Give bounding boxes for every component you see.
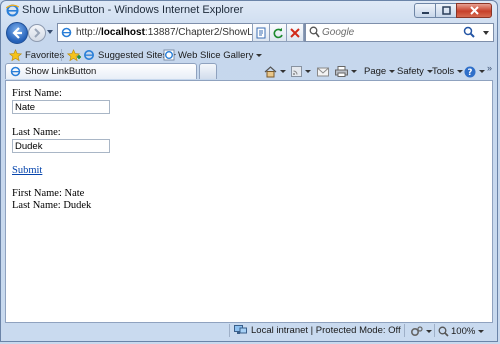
favorites-button[interactable]: Favorites	[9, 47, 64, 63]
read-mail-button[interactable]	[317, 64, 329, 79]
web-slice-gallery-label: Web Slice Gallery	[178, 49, 254, 61]
search-icon[interactable]	[463, 26, 475, 38]
search-provider-icon	[309, 26, 320, 38]
ie-page-icon	[163, 49, 175, 61]
new-tab-button[interactable]	[199, 63, 217, 79]
last-name-label: Last Name:	[12, 127, 61, 138]
ie-logo-icon	[6, 4, 19, 17]
print-button[interactable]	[335, 64, 357, 79]
last-name-input[interactable]	[12, 139, 110, 153]
rss-feed-icon	[291, 66, 302, 77]
chevron-down-icon	[457, 70, 464, 73]
chevron-down-icon	[280, 70, 286, 73]
page-icon	[61, 27, 72, 38]
navigation-bar: http://localhost:13887/Chapter2/ShowLink…	[1, 21, 497, 45]
forward-arrow-icon	[34, 28, 41, 38]
favorites-separator	[61, 49, 62, 61]
first-name-label: First Name:	[12, 88, 62, 99]
tab-row: Show LinkButton Page Safety Tools ? »	[1, 63, 497, 80]
search-box[interactable]: Google	[305, 23, 494, 42]
chevron-down-icon	[351, 70, 357, 73]
compatibility-icon	[256, 27, 266, 38]
window-title: Show LinkButton - Windows Internet Explo…	[22, 4, 244, 16]
ie-page-icon	[10, 66, 21, 77]
chevron-down-icon	[305, 70, 311, 73]
back-button[interactable]	[6, 22, 28, 44]
suggested-sites-label: Suggested Sites	[98, 49, 168, 61]
tab-label: Show LinkButton	[25, 66, 97, 77]
status-separator	[434, 324, 435, 337]
search-placeholder: Google	[322, 27, 355, 38]
status-separator	[404, 324, 405, 337]
chevron-down-icon	[426, 330, 432, 333]
page-content: First Name: Last Name: Submit First Name…	[5, 80, 493, 323]
search-options-dropdown[interactable]	[483, 31, 489, 35]
close-icon	[469, 6, 479, 15]
stop-button[interactable]	[286, 23, 304, 42]
address-prefix: http://	[76, 27, 102, 38]
zoom-icon	[438, 326, 449, 337]
first-name-output: First Name: Nate	[12, 188, 85, 199]
add-to-favorites-bar-button[interactable]	[67, 47, 81, 63]
help-button[interactable]: ?	[464, 64, 485, 79]
tools-menu-label: Tools	[432, 66, 455, 77]
help-icon: ?	[464, 66, 476, 78]
favorites-star-icon	[9, 48, 22, 61]
protected-mode-button[interactable]	[410, 324, 432, 339]
forward-button[interactable]	[28, 24, 46, 42]
mail-icon	[317, 67, 329, 76]
feeds-button[interactable]	[291, 64, 311, 79]
refresh-icon	[273, 27, 283, 38]
back-arrow-icon	[12, 27, 22, 39]
svg-text:?: ?	[468, 68, 473, 78]
status-bar: Local intranet | Protected Mode: Off 100…	[1, 321, 497, 341]
minimize-icon	[421, 12, 429, 14]
page-menu-button[interactable]: Page	[364, 64, 396, 79]
submit-link-button[interactable]: Submit	[12, 165, 42, 176]
security-zone[interactable]: Local intranet | Protected Mode: Off	[234, 325, 401, 336]
gear-icon	[410, 326, 423, 337]
safety-menu-label: Safety	[397, 66, 424, 77]
print-icon	[335, 66, 348, 77]
first-name-input[interactable]	[12, 100, 110, 114]
refresh-button[interactable]	[269, 23, 287, 42]
maximize-button[interactable]	[435, 3, 457, 18]
security-zone-text: Local intranet | Protected Mode: Off	[251, 325, 401, 336]
tools-menu-button[interactable]: Tools	[432, 64, 464, 79]
home-icon	[264, 65, 277, 77]
last-name-output: Last Name: Dudek	[12, 200, 92, 211]
minimize-button[interactable]	[414, 3, 436, 18]
web-slice-gallery-button[interactable]: Web Slice Gallery	[163, 47, 263, 63]
maximize-icon	[441, 6, 451, 15]
add-favorite-icon	[67, 48, 81, 61]
zoom-level: 100%	[451, 326, 476, 337]
close-button[interactable]	[456, 3, 492, 18]
chevron-down-icon	[479, 70, 485, 73]
zoom-button[interactable]: 100%	[438, 324, 485, 339]
address-host: localhost	[101, 27, 145, 38]
tab-show-linkbutton[interactable]: Show LinkButton	[5, 63, 197, 79]
title-bar: Show LinkButton - Windows Internet Explo…	[1, 1, 497, 21]
home-button[interactable]	[264, 64, 286, 79]
chevron-down-icon	[478, 330, 485, 333]
ie-page-icon	[84, 50, 94, 60]
compatibility-view-button[interactable]	[252, 23, 270, 42]
favorites-bar: Favorites Suggested Sites Web Slice Gall…	[1, 46, 497, 64]
stop-icon	[290, 27, 300, 38]
more-commands-chevron-icon[interactable]: »	[487, 60, 492, 75]
status-separator	[229, 324, 230, 337]
chevron-down-icon	[389, 70, 396, 73]
favorites-label: Favorites	[25, 49, 65, 61]
window-controls	[414, 3, 492, 18]
local-intranet-icon	[234, 325, 247, 334]
recent-pages-dropdown[interactable]	[47, 30, 53, 34]
browser-window: Show LinkButton - Windows Internet Explo…	[0, 0, 498, 342]
safety-menu-button[interactable]: Safety	[397, 64, 433, 79]
page-menu-label: Page	[364, 66, 387, 77]
chevron-down-icon	[256, 53, 263, 57]
